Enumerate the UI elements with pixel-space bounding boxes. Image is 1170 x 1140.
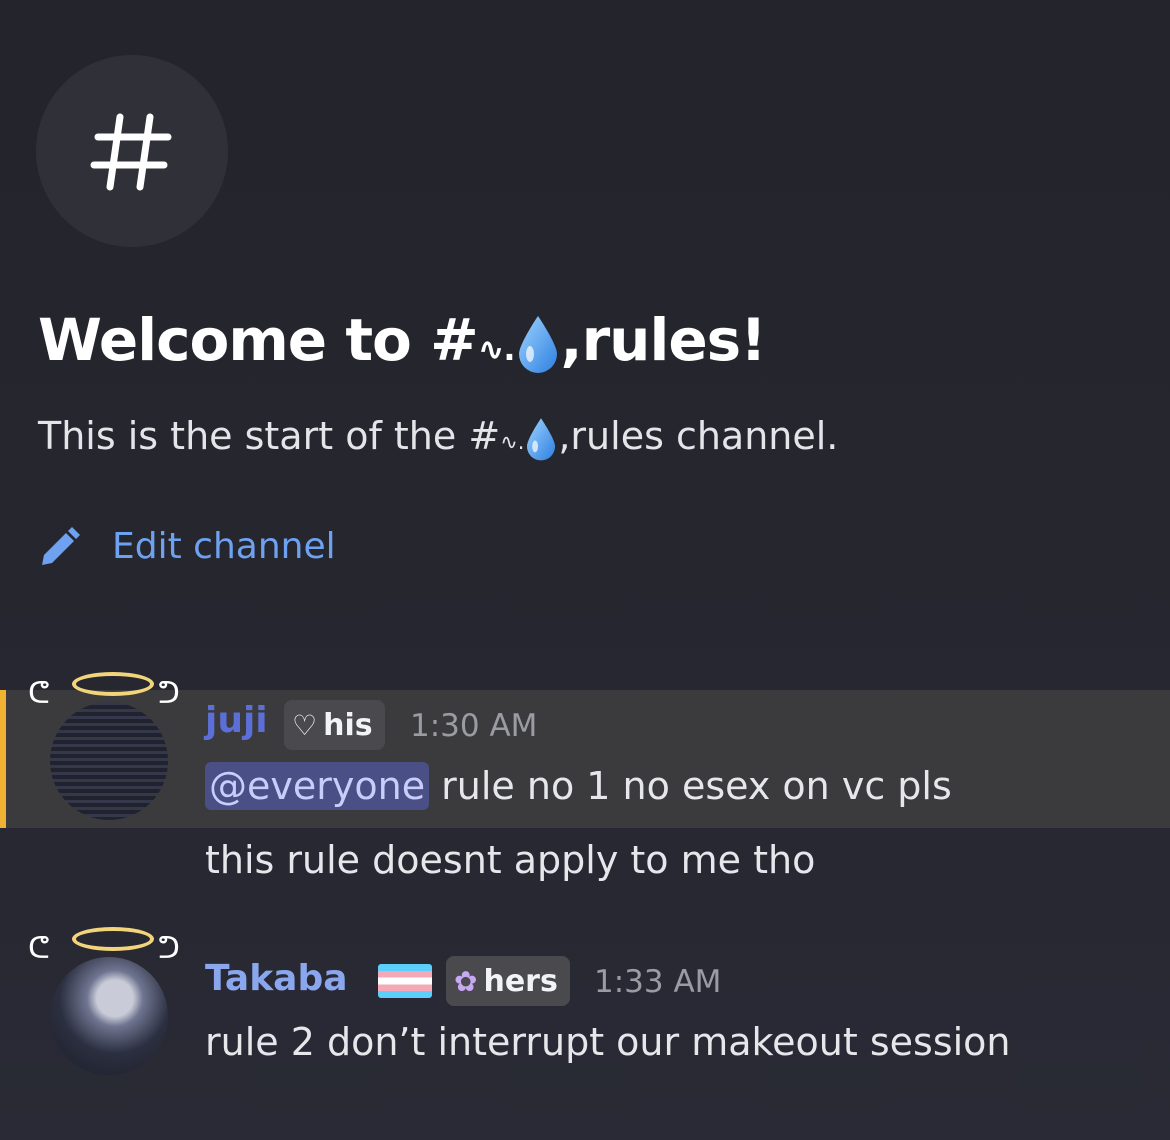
- wing-icon: ᕦ: [28, 676, 50, 711]
- message-text: this rule doesnt apply to me tho: [205, 838, 816, 882]
- timestamp: 1:33 AM: [594, 964, 722, 1000]
- welcome-prefix: Welcome to #: [38, 306, 479, 374]
- pencil-icon: [42, 527, 80, 565]
- wing-icon: ᕤ: [158, 676, 180, 711]
- start-suffix: ,rules channel.: [558, 414, 839, 458]
- avatar-image: [50, 957, 168, 1075]
- droplet-icon: [527, 417, 556, 460]
- channel-icon: [36, 55, 228, 247]
- channel-start-text: This is the start of the #∿. ,rules chann…: [38, 410, 838, 468]
- message-text: rule 2 don’t interrupt our makeout sessi…: [205, 1020, 1011, 1064]
- pronoun-label: hers: [483, 963, 558, 999]
- pronoun-badge: ✿ hers: [446, 956, 570, 1006]
- avatar-juji[interactable]: ᕦ ᕤ: [28, 672, 180, 820]
- droplet-icon: [518, 315, 557, 373]
- message-line: rule no 1 no esex on vc pls: [429, 764, 952, 808]
- halo-decoration: [72, 927, 154, 951]
- pronoun-label: his: [323, 707, 373, 743]
- welcome-heading: Welcome to #∿. ,rules!: [38, 300, 767, 389]
- edit-channel-button[interactable]: Edit channel: [38, 520, 336, 572]
- username[interactable]: Takaba: [205, 958, 348, 999]
- heart-icon: ♡: [292, 708, 318, 742]
- message-text: @everyone rule no 1 no esex on vc pls: [205, 762, 952, 810]
- flower-icon: ✿: [454, 964, 478, 998]
- trans-flag-icon: [378, 964, 432, 998]
- welcome-symbol: ∿.: [477, 330, 516, 368]
- avatar-takaba[interactable]: ᕦ ᕤ: [28, 927, 180, 1075]
- timestamp: 1:30 AM: [410, 708, 538, 744]
- wing-icon: ᕤ: [158, 931, 180, 966]
- start-symbol: ∿.: [500, 430, 525, 454]
- edit-channel-label: Edit channel: [112, 525, 336, 567]
- welcome-suffix: ,rules!: [560, 306, 767, 374]
- avatar-image: [50, 702, 168, 820]
- username[interactable]: juji: [205, 700, 268, 741]
- pronoun-badge: ♡ his: [284, 700, 385, 750]
- start-prefix: This is the start of the #: [38, 414, 501, 458]
- halo-decoration: [72, 672, 154, 696]
- wing-icon: ᕦ: [28, 931, 50, 966]
- hashtag-icon: [90, 113, 172, 191]
- mention-everyone[interactable]: @everyone: [205, 762, 430, 810]
- mention-highlight-bar: [0, 690, 6, 828]
